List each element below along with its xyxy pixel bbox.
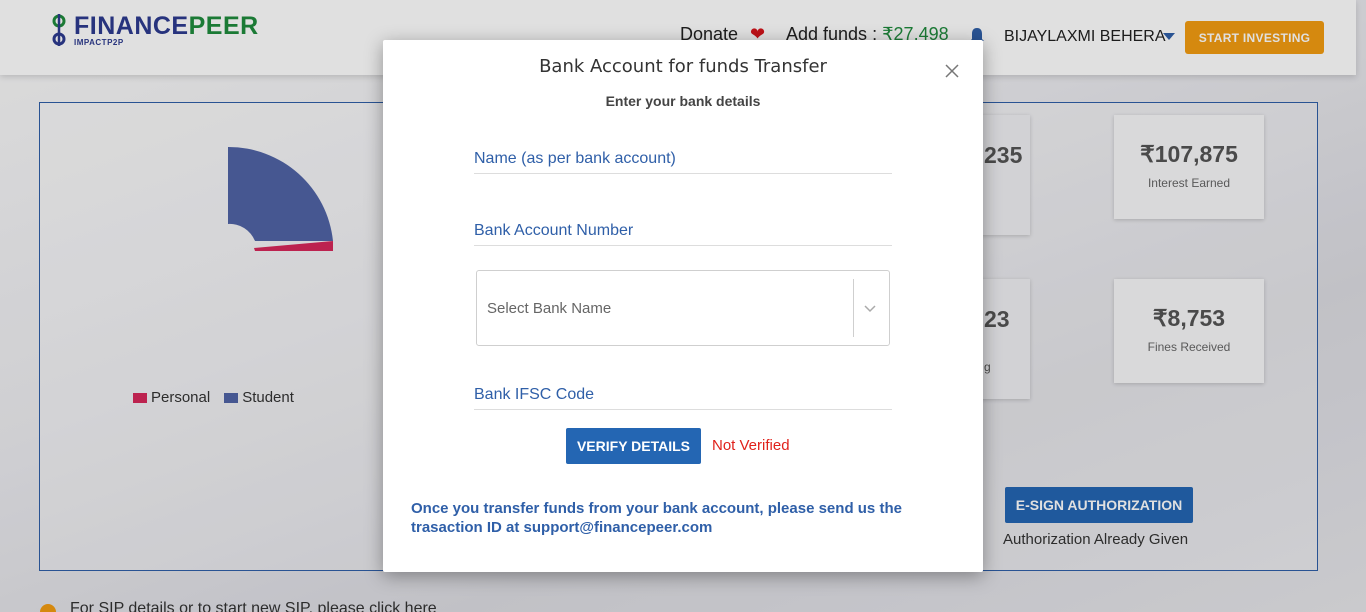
verification-status: Not Verified [712, 437, 790, 454]
close-icon[interactable] [943, 62, 961, 80]
chevron-down-icon[interactable] [863, 301, 877, 315]
transfer-instructions-note: Once you transfer funds from your bank a… [411, 500, 902, 536]
account-number-field-wrapper [474, 212, 892, 246]
bank-name-select[interactable]: Select Bank Name [476, 270, 890, 346]
bank-account-number-input[interactable] [474, 212, 892, 240]
name-field-wrapper [474, 140, 892, 174]
ifsc-field-wrapper [474, 376, 892, 410]
account-holder-name-input[interactable] [474, 140, 892, 168]
modal-subtitle: Enter your bank details [605, 93, 761, 109]
bank-account-modal: Bank Account for funds Transfer Enter yo… [383, 40, 983, 572]
verify-details-button[interactable]: VERIFY DETAILS [566, 428, 701, 464]
bank-select-placeholder: Select Bank Name [487, 300, 612, 317]
ifsc-code-input[interactable] [474, 376, 892, 404]
select-divider [853, 279, 854, 337]
modal-title: Bank Account for funds Transfer [539, 56, 827, 77]
